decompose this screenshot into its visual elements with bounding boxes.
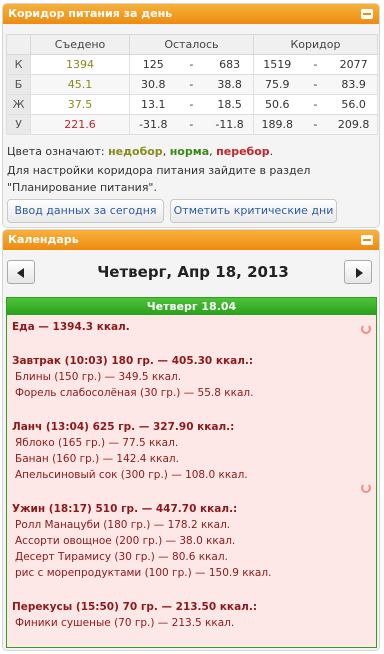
col-header-remaining: Осталось [128,34,254,55]
day-header: Четверг 18.04 [7,298,376,315]
range-dash: - [176,114,207,135]
range-dash: - [176,54,207,75]
range-dash: - [176,94,207,115]
corridor-high: 83.9 [330,74,379,95]
edit-meal-icon[interactable] [361,483,371,493]
corridor-low: 1519 [252,54,301,75]
meal-title: Ланч (13:04) 625 гр. — 327.90 ккал.: [12,421,235,433]
legend-end: . [269,145,274,158]
settings-hint: Для настройки коридора питания зайдите в… [7,164,311,194]
remaining-low: 125 [128,54,177,75]
remaining-low: 13.1 [128,94,177,115]
corridor-low: 75.9 [252,74,301,95]
corridor-high: 2077 [330,54,379,75]
legend-norm: норма [169,145,210,158]
corner-cell [5,34,32,55]
range-dash: - [176,74,207,95]
meal-title: Завтрак (10:03) 180 гр. — 405.30 ккал.: [12,355,254,367]
remaining-high: 38.8 [206,74,254,95]
corridor-panel-title: Коридор питания за день [8,7,173,20]
row-label: К [5,54,32,75]
food-total: Еда — 1394.3 ккал. [12,321,130,333]
table-row: У 221.6 -31.8 - -11.8 189.8 - 209.8 [5,114,379,135]
table-row: Ж 37.5 13.1 - 18.5 50.6 - 56.0 [5,94,379,115]
corridor-panel-header: Коридор питания за день [3,4,379,24]
legend-prefix: Цвета означают: [7,145,109,158]
nutrition-corridor-panel: Коридор питания за день Съедено Осталось… [2,3,380,228]
remaining-low: 30.8 [128,74,177,95]
food-item: Финики сушеные (70 гр.) — 213.5 ккал. [15,617,235,629]
row-label: Б [5,74,32,95]
meal-title: Ужин (18:17) 510 гр. — 447.70 ккал.: [12,503,238,515]
corridor-high: 209.8 [330,114,379,135]
food-item: Форель слабосолёная (30 гр.) — 55.8 ккал… [15,387,254,399]
calendar-panel-header: Календарь [3,230,379,250]
mark-critical-days-button[interactable]: Отметить критические дни [170,199,337,223]
range-dash: - [300,54,331,75]
food-item: рис с морепродуктами (100 гр.) — 150.9 к… [15,567,272,579]
col-header-eaten: Съедено [30,34,130,55]
food-item: Апельсиновый сок (300 гр.) — 108.0 ккал. [15,469,248,481]
eaten-value: 221.6 [30,114,130,135]
remaining-high: 18.5 [206,94,254,115]
range-dash: - [300,114,331,135]
col-header-corridor: Коридор [252,34,379,55]
prev-day-button[interactable] [7,260,35,284]
edit-food-icon[interactable] [361,324,371,334]
range-dash: - [300,74,331,95]
row-label: У [5,114,32,135]
remaining-low: -31.8 [128,114,177,135]
next-day-button[interactable] [344,260,372,284]
food-item: Блины (150 гр.) — 349.5 ккал. [15,371,182,383]
food-item: Десерт Тирамису (30 гр.) — 80.6 ккал. [15,551,228,563]
meal-title: Перекусы (15:50) 70 гр. — 213.50 ккал.: [12,601,258,613]
calendar-panel-title: Календарь [8,233,79,246]
remaining-high: 683 [206,54,254,75]
row-label: Ж [5,94,32,115]
corridor-table: Съедено Осталось Коридор К 1394 125 - 68… [5,34,379,135]
input-today-button[interactable]: Ввод данных за сегодня [7,199,164,223]
food-item: Яблоко (165 гр.) — 77.5 ккал. [15,437,179,449]
food-item: Ролл Манацуби (180 гр.) — 178.2 ккал. [15,519,231,531]
collapse-icon[interactable] [361,235,373,245]
food-item: Банан (160 гр.) — 142.4 ккал. [15,453,179,465]
arrow-left-icon [17,268,24,278]
current-date-title: Четверг, Апр 18, 2013 [97,263,289,281]
day-entry: Четверг 18.04 Еда — 1394.3 ккал. Завтрак… [6,297,377,648]
arrow-right-icon [356,268,363,278]
eaten-value: 1394 [30,54,130,75]
food-item: Ассорти овощное (200 гр.) — 38.0 ккал. [15,535,236,547]
calendar-panel: Календарь Четверг, Апр 18, 2013 Четверг … [2,229,380,651]
legend-over: перебор [216,145,270,158]
legend-sep: , [162,145,170,158]
legend-under: недобор [108,145,163,158]
day-content: Еда — 1394.3 ккал. Завтрак (10:03) 180 г… [7,315,376,635]
corridor-high: 56.0 [330,94,379,115]
remaining-high: -11.8 [206,114,254,135]
range-dash: - [300,94,331,115]
table-row: К 1394 125 - 683 1519 - 2077 [5,54,379,75]
eaten-value: 37.5 [30,94,130,115]
corridor-low: 50.6 [252,94,301,115]
table-row: Б 45.1 30.8 - 38.8 75.9 - 83.9 [5,74,379,95]
collapse-icon[interactable] [361,9,373,19]
color-legend: Цвета означают: недобор, норма, перебор. [7,145,273,158]
corridor-low: 189.8 [252,114,301,135]
eaten-value: 45.1 [30,74,130,95]
